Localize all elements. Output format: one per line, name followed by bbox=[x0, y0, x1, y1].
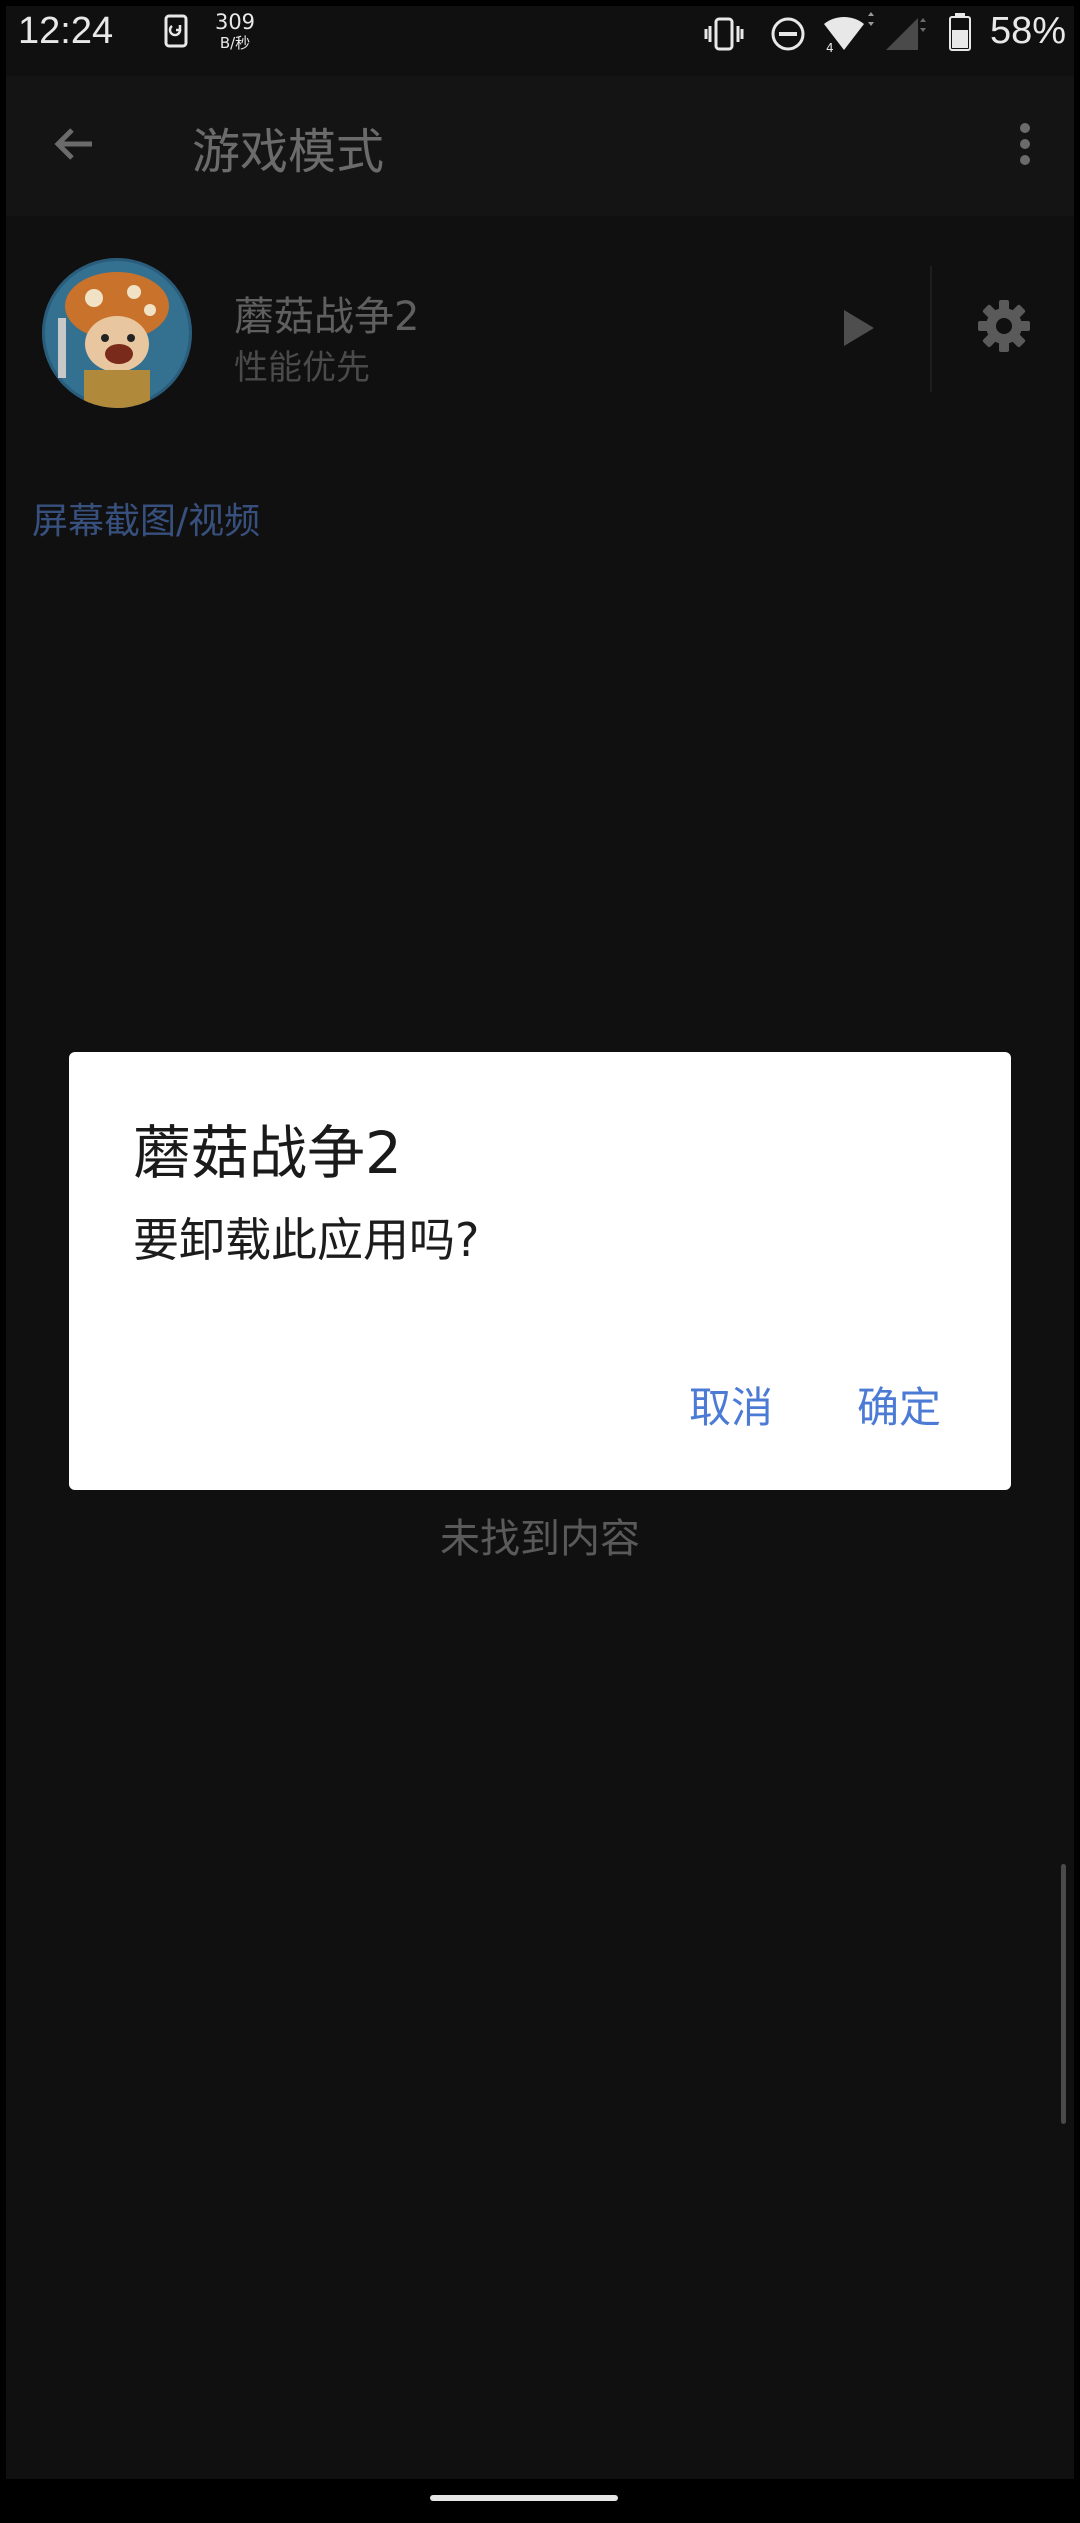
status-time: 12:24 bbox=[18, 10, 114, 52]
battery-icon bbox=[948, 12, 972, 56]
play-button[interactable] bbox=[826, 296, 890, 360]
dialog-title: 蘑菇战争2 bbox=[133, 1119, 402, 1187]
wifi-badge: 4 bbox=[826, 41, 834, 54]
battery-level-fill bbox=[952, 30, 968, 48]
sim-icon bbox=[164, 14, 188, 48]
screen: 12:24 309 B/秒 4 58% 游戏模式 蘑菇战争2 性能优先 屏幕截图… bbox=[6, 6, 1074, 2517]
network-speed: 309 B/秒 bbox=[208, 12, 262, 51]
confirm-button[interactable]: 确定 bbox=[857, 1374, 941, 1435]
scrollbar[interactable] bbox=[1061, 1864, 1066, 2124]
uninstall-dialog: 蘑菇战争2 要卸载此应用吗? 取消 确定 bbox=[69, 1052, 1011, 1490]
cancel-button[interactable]: 取消 bbox=[689, 1374, 773, 1435]
game-mode: 性能优先 bbox=[234, 348, 370, 388]
play-icon bbox=[844, 310, 874, 346]
back-arrow-icon bbox=[54, 128, 92, 160]
game-name: 蘑菇战争2 bbox=[234, 294, 420, 340]
section-screenshots-label: 屏幕截图/视频 bbox=[32, 501, 261, 542]
cellular-signal-icon bbox=[884, 16, 928, 56]
row-divider bbox=[930, 266, 932, 392]
do-not-disturb-icon bbox=[770, 16, 806, 56]
battery-percent: 58% bbox=[989, 10, 1066, 52]
game-avatar bbox=[42, 258, 192, 408]
empty-state-text: 未找到内容 bbox=[440, 1516, 640, 1562]
more-vert-icon bbox=[1020, 123, 1030, 165]
dialog-message: 要卸载此应用吗? bbox=[133, 1213, 480, 1267]
game-settings-button[interactable] bbox=[972, 294, 1036, 358]
status-bar: 12:24 309 B/秒 4 58% bbox=[6, 6, 1074, 64]
game-row[interactable]: 蘑菇战争2 性能优先 bbox=[6, 244, 1074, 424]
home-gesture-handle[interactable] bbox=[430, 2495, 618, 2501]
gear-icon bbox=[978, 300, 1030, 352]
network-speed-unit: B/秒 bbox=[219, 34, 251, 52]
wifi-icon: 4 bbox=[822, 12, 878, 58]
page-title: 游戏模式 bbox=[192, 124, 385, 180]
vibrate-icon bbox=[704, 16, 744, 56]
app-bar: 游戏模式 bbox=[6, 76, 1074, 216]
more-options-button[interactable] bbox=[1000, 112, 1050, 176]
back-button[interactable] bbox=[42, 112, 106, 176]
navigation-bar bbox=[6, 2479, 1074, 2517]
network-speed-value: 309 bbox=[214, 10, 256, 34]
